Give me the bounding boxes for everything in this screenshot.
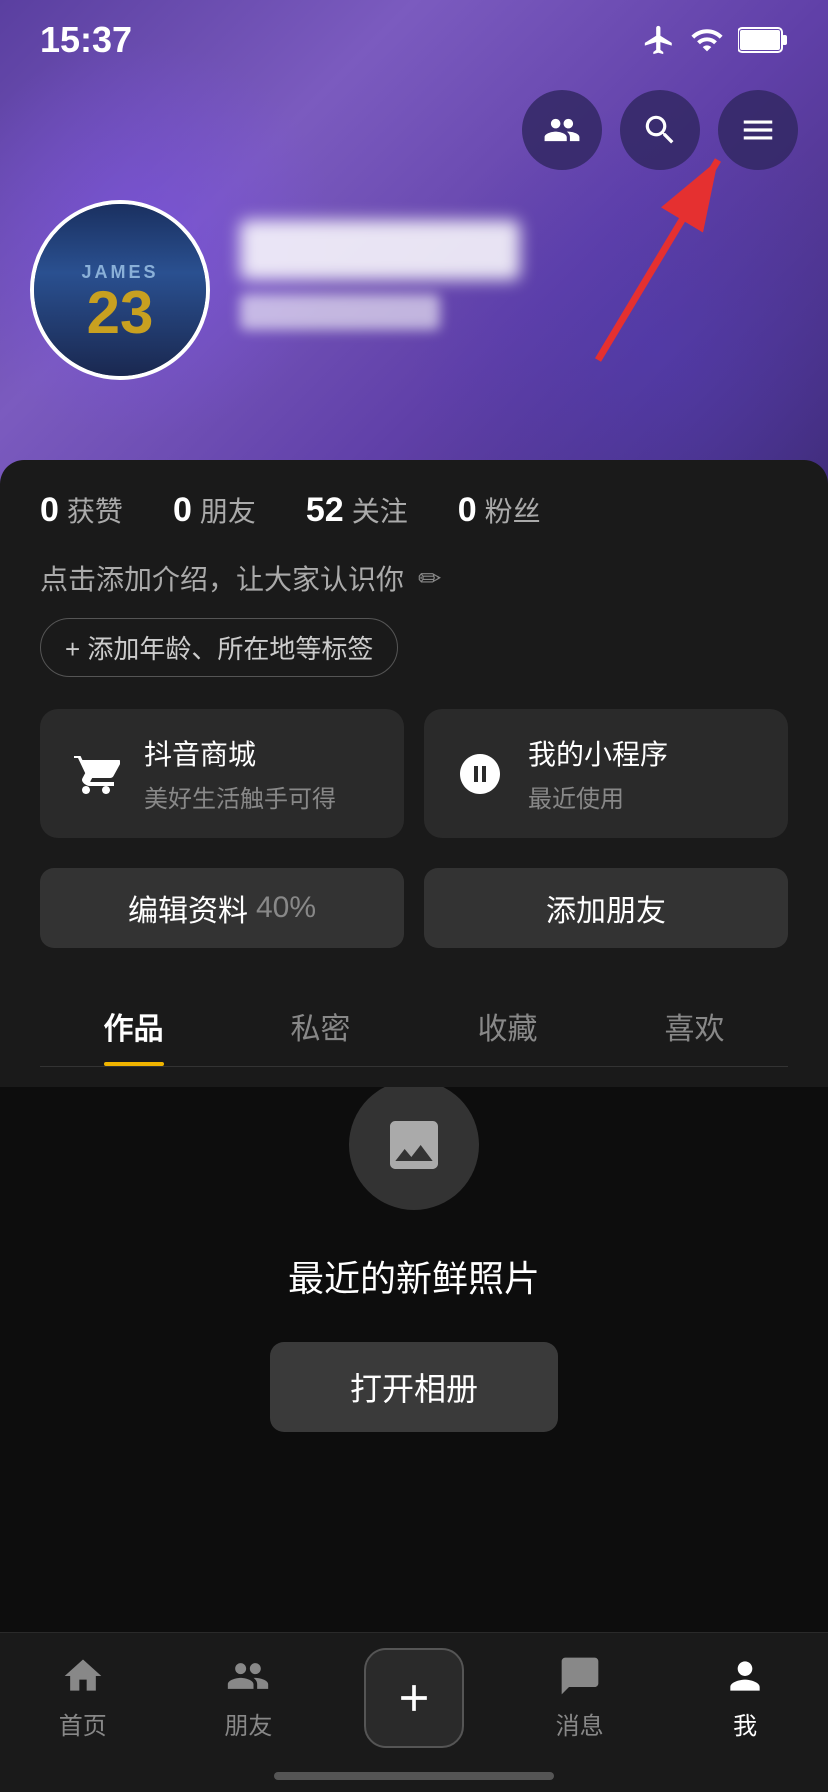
profile-section: JAMES 23 xyxy=(30,200,520,380)
add-friend-label: 添加朋友 xyxy=(546,886,666,930)
action-buttons: 编辑资料 40% 添加朋友 xyxy=(40,868,788,948)
stat-friends-label: 朋友 xyxy=(200,490,256,530)
stat-friends-num: 0 xyxy=(173,491,192,530)
nav-home-label: 首页 xyxy=(59,1706,107,1741)
feature-cards: 抖音商城 美好生活触手可得 我的小程序 最近使用 xyxy=(40,709,788,838)
tab-collection-label: 收藏 xyxy=(478,1013,538,1046)
shop-texts: 抖音商城 美好生活触手可得 xyxy=(144,733,336,814)
stat-fans-num: 0 xyxy=(458,491,477,530)
photo-icon-circle xyxy=(349,1080,479,1210)
jersey-number-text: 23 xyxy=(87,283,154,343)
add-tag-label: + 添加年龄、所在地等标签 xyxy=(65,629,373,666)
shop-card[interactable]: 抖音商城 美好生活触手可得 xyxy=(40,709,404,838)
stat-likes-label: 获赞 xyxy=(67,490,123,530)
tags-row: + 添加年龄、所在地等标签 xyxy=(40,618,788,677)
shop-icon xyxy=(68,746,124,802)
tab-private-label: 私密 xyxy=(291,1013,351,1046)
shop-title: 抖音商城 xyxy=(144,733,336,773)
tab-private[interactable]: 私密 xyxy=(227,984,414,1066)
tabs-section: 作品 私密 收藏 喜欢 xyxy=(40,984,788,1067)
stats-row: 0 获赞 0 朋友 52 关注 0 粉丝 xyxy=(40,490,788,530)
stat-following-label: 关注 xyxy=(352,490,408,530)
edit-profile-button[interactable]: 编辑资料 40% xyxy=(40,868,404,948)
nav-add-button[interactable] xyxy=(364,1648,464,1748)
nav-messages[interactable]: 消息 xyxy=(497,1654,663,1741)
tab-works[interactable]: 作品 xyxy=(40,984,227,1066)
nav-friends-label: 朋友 xyxy=(224,1706,272,1741)
nav-profile-label: 我 xyxy=(733,1706,757,1741)
tab-works-label: 作品 xyxy=(104,1013,164,1046)
stat-fans-label: 粉丝 xyxy=(485,490,541,530)
stat-fans[interactable]: 0 粉丝 xyxy=(458,490,541,530)
battery-icon xyxy=(738,26,788,54)
search-button[interactable] xyxy=(620,90,700,170)
miniapp-icon xyxy=(452,746,508,802)
nav-home[interactable]: 首页 xyxy=(0,1654,166,1741)
status-icons xyxy=(642,23,788,57)
tab-liked-label: 喜欢 xyxy=(665,1013,725,1046)
top-actions xyxy=(522,90,798,170)
miniapp-texts: 我的小程序 最近使用 xyxy=(528,733,668,814)
stat-likes-num: 0 xyxy=(40,491,59,530)
edit-profile-label: 编辑资料 xyxy=(128,886,248,930)
blurred-name xyxy=(240,220,520,280)
edit-icon: ✏ xyxy=(418,562,441,595)
bio-text: 点击添加介绍，让大家认识你 xyxy=(40,558,404,598)
nav-create[interactable] xyxy=(331,1648,497,1748)
airplane-icon xyxy=(642,23,676,57)
stats-section: 0 获赞 0 朋友 52 关注 0 粉丝 点击添加介绍，让大家认识你 ✏ + 添… xyxy=(0,460,828,1087)
menu-button[interactable] xyxy=(718,90,798,170)
bio-row[interactable]: 点击添加介绍，让大家认识你 ✏ xyxy=(40,558,788,598)
nav-messages-label: 消息 xyxy=(556,1706,604,1741)
open-album-label: 打开相册 xyxy=(350,1371,478,1407)
profile-icon xyxy=(723,1654,767,1698)
miniapp-card[interactable]: 我的小程序 最近使用 xyxy=(424,709,788,838)
stat-likes[interactable]: 0 获赞 xyxy=(40,490,123,530)
status-time: 15:37 xyxy=(40,19,132,61)
add-friend-button[interactable]: 添加朋友 xyxy=(424,868,788,948)
stat-following[interactable]: 52 关注 xyxy=(306,490,408,530)
stat-following-num: 52 xyxy=(306,491,344,530)
nav-profile[interactable]: 我 xyxy=(662,1654,828,1741)
miniapp-title: 我的小程序 xyxy=(528,733,668,773)
stat-friends[interactable]: 0 朋友 xyxy=(173,490,256,530)
status-bar: 15:37 xyxy=(0,0,828,80)
empty-content-title: 最近的新鲜照片 xyxy=(288,1250,540,1302)
friends-icon xyxy=(226,1654,270,1698)
blurred-subtitle xyxy=(240,294,440,330)
home-icon xyxy=(61,1654,105,1698)
photo-icon xyxy=(382,1113,446,1177)
add-icon xyxy=(392,1676,436,1720)
profile-name-area xyxy=(240,220,520,330)
messages-icon xyxy=(558,1654,602,1698)
edit-profile-percent: 40% xyxy=(256,891,316,925)
miniapp-sub: 最近使用 xyxy=(528,779,668,814)
nav-friends[interactable]: 朋友 xyxy=(166,1654,332,1741)
tab-collection[interactable]: 收藏 xyxy=(414,984,601,1066)
bottom-nav: 首页 朋友 消息 我 xyxy=(0,1632,828,1792)
avatar: JAMES 23 xyxy=(30,200,210,380)
home-indicator xyxy=(274,1772,554,1780)
add-tag-button[interactable]: + 添加年龄、所在地等标签 xyxy=(40,618,398,677)
open-album-button[interactable]: 打开相册 xyxy=(270,1342,558,1432)
tab-liked[interactable]: 喜欢 xyxy=(601,984,788,1066)
wifi-icon xyxy=(690,23,724,57)
friends-button[interactable] xyxy=(522,90,602,170)
shop-sub: 美好生活触手可得 xyxy=(144,779,336,814)
